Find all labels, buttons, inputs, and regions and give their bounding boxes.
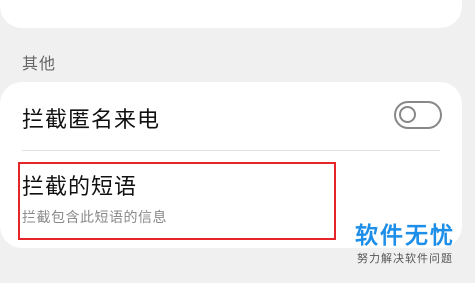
block-anonymous-calls-label: 拦截匿名来电 bbox=[22, 108, 161, 133]
watermark-title: 软件无忧 bbox=[355, 223, 455, 249]
section-header-other: 其他 bbox=[22, 54, 57, 73]
previous-settings-card bbox=[0, 0, 462, 28]
toggle-knob bbox=[399, 106, 416, 123]
block-anonymous-calls-toggle[interactable] bbox=[394, 101, 442, 129]
watermark-subtitle: 努力解决软件问题 bbox=[357, 252, 453, 265]
blocked-phrases-label: 拦截的短语 bbox=[22, 175, 138, 200]
watermark-logo: 软件无忧 努力解决软件问题 bbox=[346, 222, 464, 274]
block-anonymous-calls-row[interactable]: 拦截匿名来电 bbox=[0, 82, 462, 150]
blocked-phrases-description: 拦截包含此短语的信息 bbox=[22, 210, 167, 226]
